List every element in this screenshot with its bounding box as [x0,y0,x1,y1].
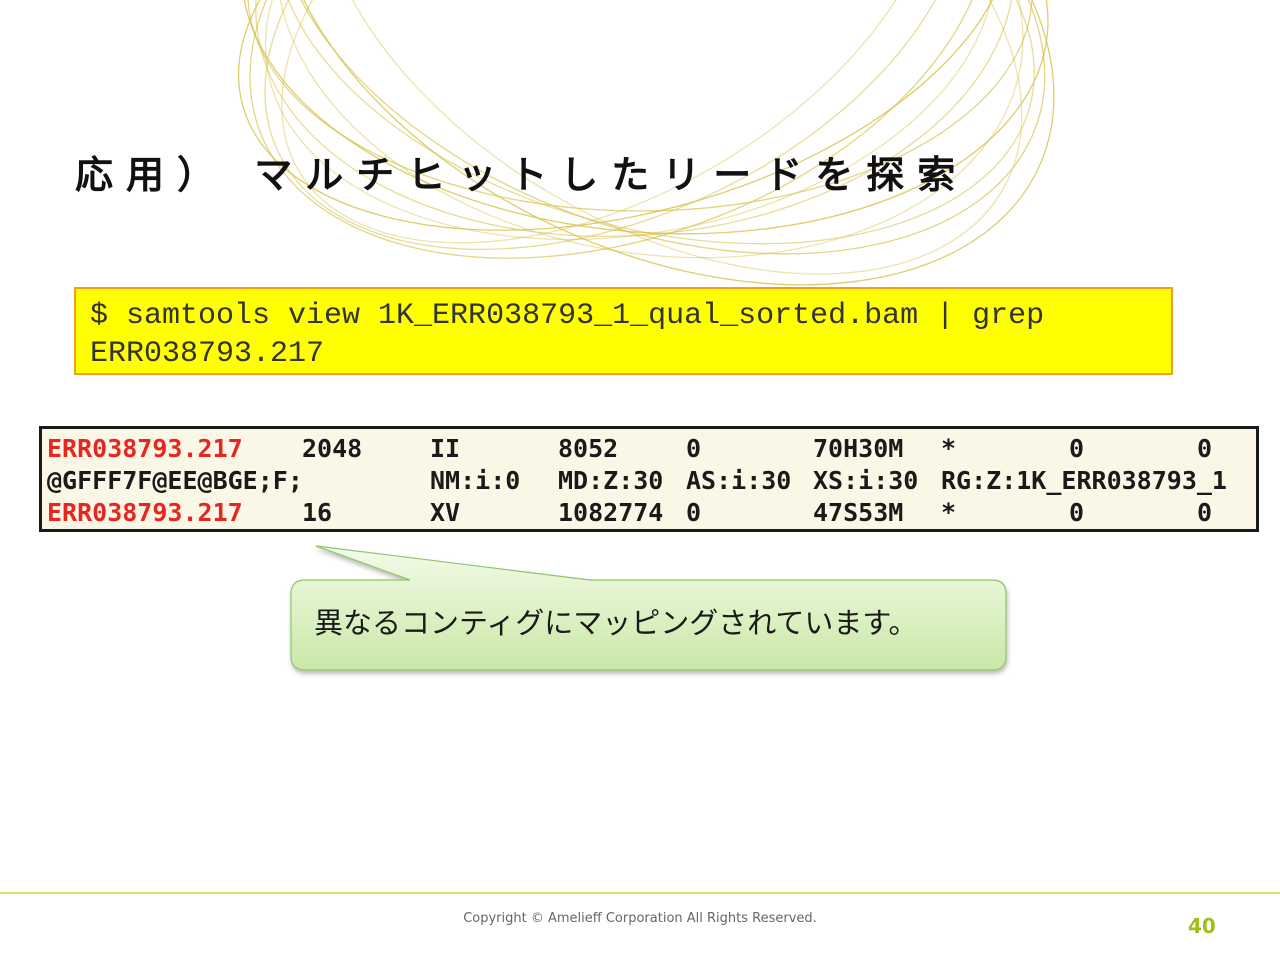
callout-text: 異なるコンティグにマッピングされています。 [314,606,918,640]
page-number: 40 [1188,914,1216,938]
copyright: Copyright © Amelieff Corporation All Rig… [463,911,817,926]
footer-divider [0,892,1280,894]
callout-bubble [290,545,1007,671]
